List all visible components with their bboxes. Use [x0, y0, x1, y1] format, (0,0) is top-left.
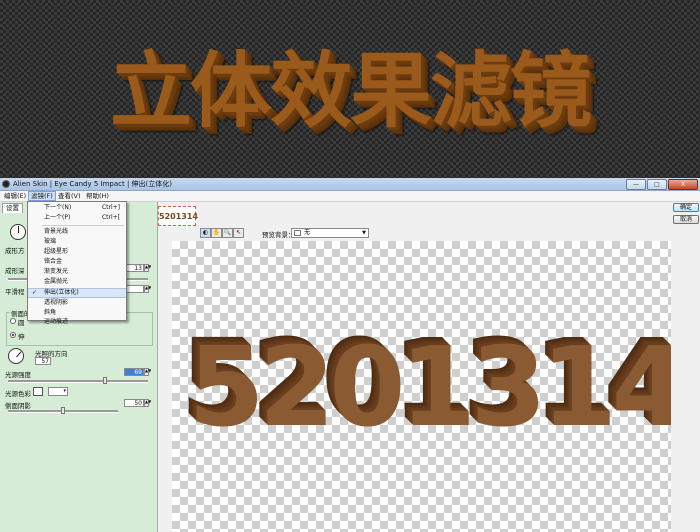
light-intensity-slider-track[interactable]	[8, 380, 148, 383]
menu-item-bevel[interactable]: 斜角	[28, 308, 126, 318]
light-intensity-slider-thumb[interactable]	[102, 377, 107, 384]
light-intensity-input[interactable]: 69	[124, 368, 144, 376]
menu-separator	[42, 225, 124, 226]
menu-item-label: 玻璃	[44, 238, 57, 245]
menu-filter[interactable]: 滤镜(F)	[28, 191, 56, 201]
chevron-down-icon: ▼	[362, 230, 366, 236]
smoothness-input[interactable]	[124, 285, 144, 293]
menu-item-glass[interactable]: 玻璃	[28, 237, 126, 247]
window-title: Alien Skin | Eye Candy 5 Impact | 伸出(立体化…	[13, 180, 173, 188]
minimize-button[interactable]: —	[626, 179, 646, 190]
extrude-depth-spinner[interactable]: ▲▼	[144, 264, 151, 272]
extrude-direction-dial[interactable]	[10, 224, 26, 240]
menu-item-perspective-shadow[interactable]: 透视阴影	[28, 298, 126, 308]
preview-toolbar: ◐ ✋ 🔍 ↖	[200, 228, 244, 238]
side-shadow-slider-thumb[interactable]	[61, 407, 65, 414]
menu-item-label: 背景光线	[44, 228, 69, 235]
maximize-button[interactable]: □	[647, 179, 667, 190]
menu-item-shortcut: Ctrl+]	[101, 204, 120, 211]
extrude-depth-input[interactable]: 13	[124, 264, 144, 272]
banner-title: 立体效果滤镜	[109, 44, 592, 139]
pointer-icon[interactable]: ↖	[233, 228, 244, 238]
menu-item-label: 铬合金	[44, 258, 63, 265]
light-direction-dial[interactable]	[8, 348, 24, 364]
light-intensity-label: 光源强度	[5, 371, 31, 379]
menu-item-label: 下一个(N)	[44, 204, 72, 211]
window-controls: — □ X	[626, 179, 698, 190]
dialog-buttons: 确定 取消	[671, 202, 700, 532]
extrude-direction-label: 成形方	[5, 247, 25, 255]
menu-item-extrude[interactable]: ✓ 伸出(立体化)	[28, 288, 126, 298]
banner: 立体效果滤镜	[0, 0, 700, 178]
ok-button[interactable]: 确定	[673, 203, 699, 212]
menu-item-label: 伸出(立体化)	[44, 289, 79, 296]
zoom-icon[interactable]: 🔍	[222, 228, 233, 238]
preview-toggle-icon[interactable]: ◐	[200, 228, 211, 238]
hand-icon[interactable]: ✋	[211, 228, 222, 238]
menu-item-label: 上一个(P)	[44, 214, 71, 221]
light-color-swatch[interactable]	[33, 387, 43, 396]
menu-view[interactable]: 查看(V)	[56, 191, 83, 201]
menu-item-motion-trail[interactable]: 运动痕迹	[28, 318, 126, 326]
bevel-radio-extrude[interactable]	[10, 332, 16, 338]
filter-dropdown-menu: 下一个(N) Ctrl+] 上一个(P) Ctrl+[ 背景光线 玻璃 超级星形…	[27, 201, 127, 325]
light-direction-input[interactable]: 57	[35, 357, 51, 365]
menu-item-next-filter[interactable]: 下一个(N) Ctrl+]	[28, 203, 126, 213]
side-shadow-spinner[interactable]: ▲▼	[144, 399, 151, 407]
checkmark-icon: ✓	[32, 289, 38, 296]
menu-item-prev-filter[interactable]: 上一个(P) Ctrl+[	[28, 213, 126, 223]
app-window: Alien Skin | Eye Candy 5 Impact | 伸出(立体化…	[0, 178, 700, 532]
dial-needle	[18, 226, 19, 233]
smoothness-spinner[interactable]: ▲▼	[144, 285, 151, 293]
cancel-button[interactable]: 取消	[673, 215, 699, 224]
menu-item-label: 金属抛光	[44, 278, 69, 285]
menu-item-chrome[interactable]: 铬合金	[28, 257, 126, 267]
light-color-label: 光源色彩	[5, 390, 31, 398]
menu-item-label: 渐变发光	[44, 268, 69, 275]
menu-item-label: 斜角	[44, 309, 57, 316]
menu-edit[interactable]: 编辑(E)	[2, 191, 28, 201]
bevel-radio-round[interactable]	[10, 318, 16, 324]
preview-canvas[interactable]: 5201314	[172, 241, 698, 532]
preset-thumbnail[interactable]: 5201314	[158, 206, 198, 226]
title-bar: Alien Skin | Eye Candy 5 Impact | 伸出(立体化…	[0, 178, 700, 191]
menu-item-gradient-glow[interactable]: 渐变发光	[28, 267, 126, 277]
menu-item-backlight[interactable]: 背景光线	[28, 227, 126, 237]
menu-item-brushed-metal[interactable]: 金属抛光	[28, 277, 126, 287]
menu-item-label: 运动痕迹	[44, 318, 69, 325]
side-shadow-label: 侧面阴影	[5, 402, 31, 410]
preview-background-value: 无	[304, 229, 311, 236]
app-icon	[2, 180, 10, 188]
close-button[interactable]: X	[668, 179, 698, 190]
dial-needle	[16, 351, 22, 358]
extruded-preview-text: 5201314	[188, 323, 688, 451]
light-intensity-spinner[interactable]: ▲▼	[144, 368, 151, 376]
light-color-picker[interactable]: ▾	[48, 387, 68, 396]
menu-item-super-star[interactable]: 超级星形	[28, 247, 126, 257]
menu-item-label: 透视阴影	[44, 299, 69, 306]
bevel-radio-extrude-label: 伸	[18, 333, 25, 341]
side-shadow-input[interactable]: 50	[124, 399, 144, 407]
background-swatch	[294, 230, 301, 236]
preview-background-label: 预览背景：	[262, 231, 295, 239]
tab-settings[interactable]: 设置	[2, 203, 23, 213]
menu-help[interactable]: 帮助(H)	[84, 191, 111, 201]
extrude-depth-label: 成形深	[5, 267, 25, 275]
preview-background-select[interactable]: 无 ▼	[291, 228, 369, 238]
preview-area: 5201314 ◐ ✋ 🔍 ↖ 预览背景： 无 ▼ 5201314	[158, 202, 698, 532]
smoothness-label: 平滑程	[5, 288, 25, 296]
menu-item-label: 超级星形	[44, 248, 69, 255]
menu-item-shortcut: Ctrl+[	[101, 214, 120, 221]
bevel-radio-round-label: 圆	[18, 319, 25, 327]
